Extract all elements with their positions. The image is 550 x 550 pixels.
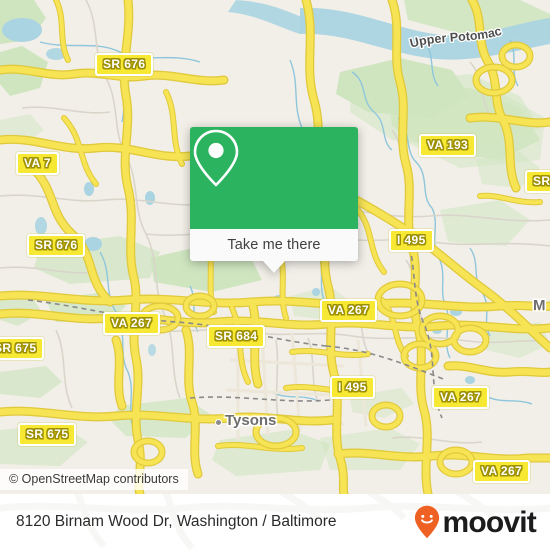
bottom-info-bar: 8120 Birnam Wood Dr, Washington / Baltim… [0, 494, 550, 550]
road-shield-i495-center[interactable]: I 495 [330, 376, 375, 399]
moovit-pin-smiley-icon [415, 505, 440, 539]
popup-action-row[interactable]: Take me there [190, 229, 358, 261]
map-pin-icon [193, 129, 239, 187]
location-popup-card[interactable]: Take me there [190, 127, 358, 273]
place-label-m-edge: M [533, 297, 546, 314]
road-shield-va7[interactable]: VA 7 [16, 152, 59, 175]
moovit-wordmark: moovit [442, 506, 536, 539]
osm-attribution[interactable]: © OpenStreetMap contributors [0, 469, 188, 490]
road-shield-va267-south[interactable]: VA 267 [473, 460, 531, 483]
road-shield-sr676-south[interactable]: SR 676 [27, 234, 86, 257]
road-shield-sr-edge[interactable]: SR [525, 170, 550, 193]
road-shield-va267-west[interactable]: VA 267 [103, 312, 161, 335]
road-shield-sr676-north[interactable]: SR 676 [95, 53, 154, 76]
popup-pointer [263, 261, 285, 273]
place-label-tysons: Tysons [225, 412, 277, 429]
road-shield-i495-north[interactable]: I 495 [389, 229, 434, 252]
map-canvas[interactable]: Upper Potomac River Tysons SR 676 VA 7 S… [0, 0, 550, 494]
road-shield-sr675-edge[interactable]: SR 675 [0, 337, 45, 360]
popup-header [190, 127, 358, 229]
road-shield-va267-east[interactable]: VA 267 [432, 386, 490, 409]
place-marker-dot [215, 419, 222, 426]
take-me-there-label: Take me there [227, 237, 321, 253]
map-screenshot: Upper Potomac River Tysons SR 676 VA 7 S… [0, 0, 550, 550]
road-shield-va193[interactable]: VA 193 [419, 134, 477, 157]
road-shield-sr675-south[interactable]: SR 675 [18, 423, 77, 446]
road-shield-va267-center[interactable]: VA 267 [320, 299, 378, 322]
address-label: 8120 Birnam Wood Dr, Washington / Baltim… [16, 513, 337, 530]
road-shield-sr684[interactable]: SR 684 [207, 325, 266, 348]
moovit-logo[interactable]: moovit [414, 505, 537, 539]
